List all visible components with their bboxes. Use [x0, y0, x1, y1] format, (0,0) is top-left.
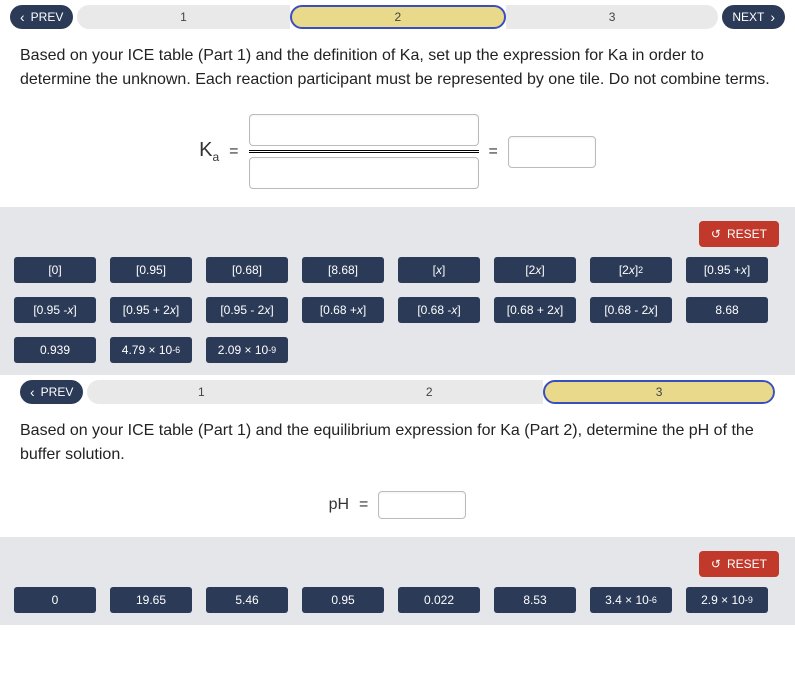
step-3[interactable]: 3 — [506, 5, 718, 29]
prev-label: PREV — [31, 10, 64, 24]
result-drop[interactable] — [508, 136, 596, 168]
tile-4[interactable]: 0.022 — [398, 587, 480, 613]
tile-0[interactable]: 0 — [14, 587, 96, 613]
tiles-container-part3: 0 19.65 5.46 0.95 0.022 8.53 3.4 × 10-6 2.9 × 1… — [10, 587, 785, 613]
next-button[interactable]: NEXT › — [722, 5, 785, 29]
tiles-container-part2: [0] [0.95] [0.68] [8.68] [x] [2x] [2x]2 [0.95 +… — [10, 257, 785, 363]
tile-1[interactable]: 19.65 — [110, 587, 192, 613]
ph-drop[interactable] — [378, 491, 466, 519]
equals-sign-2: = — [489, 143, 498, 161]
tile-9[interactable]: [0.95 + 2x] — [110, 297, 192, 323]
tile-13[interactable]: [0.68 + 2x] — [494, 297, 576, 323]
tile-2[interactable]: 5.46 — [206, 587, 288, 613]
prev-button-p3[interactable]: ‹ PREV — [20, 380, 83, 404]
step-1[interactable]: 1 — [77, 5, 289, 29]
fraction — [249, 114, 479, 189]
step-3[interactable]: 3 — [543, 380, 775, 404]
part3-nav: ‹ PREV 123 — [0, 375, 795, 409]
denominator-drop[interactable] — [249, 157, 479, 189]
ka-label: Ka — [199, 139, 219, 164]
tile-7[interactable]: 2.9 × 10-9 — [686, 587, 768, 613]
fraction-bar — [249, 150, 479, 153]
tile-18[interactable]: 2.09 × 10-9 — [206, 337, 288, 363]
tile-bank-part3: ↺ RESET 0 19.65 5.46 0.95 0.022 8.53 3.4 × 10-… — [0, 537, 795, 625]
reset-label: RESET — [727, 557, 767, 571]
prev-button[interactable]: ‹ PREV — [10, 5, 73, 29]
ka-equation-row: Ka = = — [0, 108, 795, 207]
ph-label: pH — [329, 496, 349, 514]
tile-16[interactable]: 0.939 — [14, 337, 96, 363]
tile-3[interactable]: [8.68] — [302, 257, 384, 283]
reset-icon: ↺ — [711, 557, 721, 571]
reset-button-part2[interactable]: ↺ RESET — [699, 221, 779, 247]
tile-10[interactable]: [0.95 - 2x] — [206, 297, 288, 323]
tile-8[interactable]: [0.95 - x] — [14, 297, 96, 323]
step-indicator-p3: 123 — [87, 380, 775, 404]
reset-label: RESET — [727, 227, 767, 241]
tile-6[interactable]: [2x]2 — [590, 257, 672, 283]
tile-5[interactable]: [2x] — [494, 257, 576, 283]
tile-7[interactable]: [0.95 + x] — [686, 257, 768, 283]
tile-12[interactable]: [0.68 - x] — [398, 297, 480, 323]
tile-5[interactable]: 8.53 — [494, 587, 576, 613]
part2-section: ‹ PREV 123 NEXT › Based on your ICE tabl… — [0, 0, 795, 375]
tile-1[interactable]: [0.95] — [110, 257, 192, 283]
chevron-left-icon: ‹ — [20, 10, 25, 24]
question-text: Based on your ICE table (Part 1) and the… — [0, 34, 795, 108]
tile-2[interactable]: [0.68] — [206, 257, 288, 283]
chevron-right-icon: › — [770, 10, 775, 24]
prev-label: PREV — [41, 385, 74, 399]
numerator-drop[interactable] — [249, 114, 479, 146]
tile-11[interactable]: [0.68 + x] — [302, 297, 384, 323]
step-indicator: 123 — [77, 5, 718, 29]
equals-sign: = — [229, 143, 238, 161]
part3-section: ‹ PREV 123 Based on your ICE table (Part… — [0, 375, 795, 625]
part2-nav: ‹ PREV 123 NEXT › — [0, 0, 795, 34]
next-label: NEXT — [732, 10, 764, 24]
step-2[interactable]: 2 — [315, 380, 543, 404]
question-text-p3: Based on your ICE table (Part 1) and the… — [0, 409, 795, 483]
tile-15[interactable]: 8.68 — [686, 297, 768, 323]
tile-6[interactable]: 3.4 × 10-6 — [590, 587, 672, 613]
tile-17[interactable]: 4.79 × 10-6 — [110, 337, 192, 363]
step-2[interactable]: 2 — [290, 5, 506, 29]
step-1[interactable]: 1 — [87, 380, 315, 404]
equals-sign-p3: = — [359, 496, 368, 514]
tile-0[interactable]: [0] — [14, 257, 96, 283]
reset-icon: ↺ — [711, 227, 721, 241]
tile-3[interactable]: 0.95 — [302, 587, 384, 613]
tile-bank-part2: ↺ RESET [0] [0.95] [0.68] [8.68] [x] [2x] [2x]… — [0, 207, 795, 375]
tile-14[interactable]: [0.68 - 2x] — [590, 297, 672, 323]
chevron-left-icon: ‹ — [30, 385, 35, 399]
reset-button-part3[interactable]: ↺ RESET — [699, 551, 779, 577]
tile-4[interactable]: [x] — [398, 257, 480, 283]
ph-equation-row: pH = — [0, 483, 795, 537]
